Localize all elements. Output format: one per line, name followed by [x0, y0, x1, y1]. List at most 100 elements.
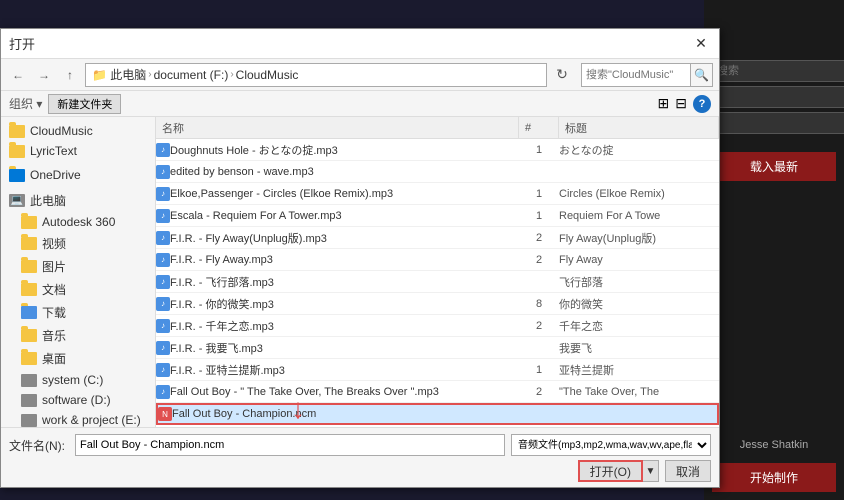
- left-item-downloads[interactable]: 下载: [1, 301, 155, 324]
- dialog-close-button[interactable]: ✕: [691, 34, 711, 54]
- load-latest-button[interactable]: 载入最新: [712, 152, 836, 181]
- left-item-autodesk[interactable]: Autodesk 360: [1, 212, 155, 232]
- file-name: F.I.R. - 飞行部落.mp3: [170, 274, 519, 290]
- nav-up-button[interactable]: ↑: [59, 64, 81, 86]
- new-folder-button[interactable]: 新建文件夹: [48, 94, 121, 114]
- file-row[interactable]: ♪ F.I.R. - 亚特兰提斯.mp3 1 亚特兰提斯: [156, 359, 719, 381]
- file-num: 2: [519, 254, 559, 266]
- filename-label: 文件名(N):: [9, 437, 69, 454]
- file-num: 2: [519, 386, 559, 398]
- sidebar-edit-input[interactable]: [712, 86, 844, 108]
- left-label-mypc: 此电脑: [30, 192, 66, 209]
- file-list: ♪ Doughnuts Hole - おとなの掟.mp3 1 おとなの掟 ♪ e…: [156, 139, 719, 427]
- folder-icon-docs: [21, 283, 37, 296]
- file-panel: 名称 # 标题 ♪ Doughnuts Hole - おとなの掟.mp3 1 お…: [156, 117, 719, 427]
- sidebar-extra-row: 选择: [712, 112, 836, 134]
- open-dropdown-button[interactable]: ▼: [643, 460, 659, 482]
- left-item-docs[interactable]: 文档: [1, 278, 155, 301]
- dialog-titlebar: 打开 ✕: [1, 29, 719, 59]
- file-row[interactable]: ♪ F.I.R. - Fly Away.mp3 2 Fly Away: [156, 249, 719, 271]
- cancel-button[interactable]: 取消: [665, 460, 711, 482]
- nav-back-button[interactable]: ←: [7, 64, 29, 86]
- left-label-cloudmusic: CloudMusic: [30, 124, 93, 138]
- left-item-pictures[interactable]: 图片: [1, 255, 155, 278]
- col-header-name[interactable]: 名称: [156, 117, 519, 138]
- path-bar: 📁 此电脑 › document (F:) › CloudMusic: [85, 63, 547, 87]
- refresh-button[interactable]: ↻: [551, 64, 573, 86]
- file-num: 8: [519, 298, 559, 310]
- file-title: 千年之恋: [559, 318, 719, 334]
- path-part-2: document (F:): [154, 68, 229, 82]
- folder-icon-cloudmusic: [9, 125, 25, 138]
- file-row[interactable]: ♪ F.I.R. - 飞行部落.mp3 飞行部落: [156, 271, 719, 293]
- mp3-icon: ♪: [156, 297, 170, 311]
- filename-input[interactable]: [75, 434, 505, 456]
- search-button[interactable]: 🔍: [691, 63, 713, 87]
- file-name: F.I.R. - Fly Away.mp3: [170, 254, 519, 266]
- dialog-toolbar: ← → ↑ 📁 此电脑 › document (F:) › CloudMusic…: [1, 59, 719, 91]
- nav-forward-button[interactable]: →: [33, 64, 55, 86]
- left-label-docs: 文档: [42, 281, 66, 298]
- sidebar-search-input[interactable]: [712, 60, 844, 82]
- view-toggle-button[interactable]: ⊞: [658, 95, 670, 112]
- file-name: Escala - Requiem For A Tower.mp3: [170, 210, 519, 222]
- sidebar-extra-input[interactable]: [712, 112, 844, 134]
- right-sidebar: 🎵 BesLyric 一款专门制作网易云滚动歌词的软件 ─ □ ✕ 选择 编辑 …: [704, 0, 844, 500]
- left-label-e: work & project (E:): [42, 413, 141, 427]
- left-item-onedrive[interactable]: OneDrive: [1, 165, 155, 185]
- sidebar-search-row: 选择: [712, 60, 836, 82]
- file-row[interactable]: ♪ Doughnuts Hole - おとなの掟.mp3 1 おとなの掟: [156, 139, 719, 161]
- folder-icon-desktop: [21, 352, 37, 365]
- file-row[interactable]: ♪ F.I.R. - 千年之恋.mp3 2 千年之恋: [156, 315, 719, 337]
- left-item-mypc[interactable]: 💻 此电脑: [1, 189, 155, 212]
- dialog-body: CloudMusic LyricText OneDrive 💻 此电脑 Auto…: [1, 117, 719, 427]
- file-num: 1: [519, 210, 559, 222]
- left-label-onedrive: OneDrive: [30, 168, 81, 182]
- col-header-num[interactable]: #: [519, 117, 559, 138]
- folder-icon-pictures: [21, 260, 37, 273]
- help-button[interactable]: ?: [693, 95, 711, 113]
- file-num: 2: [519, 320, 559, 332]
- left-item-lyrictext[interactable]: LyricText: [1, 141, 155, 161]
- file-row-selected[interactable]: N Fall Out Boy - Champion.ncm: [156, 403, 719, 425]
- left-item-d[interactable]: software (D:): [1, 390, 155, 410]
- file-name: F.I.R. - Fly Away(Unplug版).mp3: [170, 230, 519, 246]
- left-item-c[interactable]: system (C:): [1, 370, 155, 390]
- left-item-desktop[interactable]: 桌面: [1, 347, 155, 370]
- folder-icon-autodesk: [21, 216, 37, 229]
- drive-icon-e: [21, 414, 37, 427]
- filetype-select[interactable]: 音频文件(mp3,mp2,wma,wav,wv,ape,flac,网易云音乐.n…: [511, 434, 711, 456]
- pc-icon: 💻: [9, 194, 25, 207]
- file-row[interactable]: ♪ F.I.R. - Fly Away(Unplug版).mp3 2 Fly A…: [156, 227, 719, 249]
- open-button[interactable]: 打开(O): [578, 460, 643, 482]
- organize-label: 组织 ▾: [9, 95, 42, 112]
- file-title: おとなの掟: [559, 142, 719, 158]
- file-row[interactable]: ♪ Fall Out Boy - " The Take Over, The Br…: [156, 381, 719, 403]
- folder-icon-video: [21, 237, 37, 250]
- drive-icon-c: [21, 374, 37, 387]
- path-pc: 📁 此电脑 › document (F:) › CloudMusic: [92, 66, 298, 83]
- folder-icon-music: [21, 329, 37, 342]
- file-num: 1: [519, 364, 559, 376]
- folder-icon-lyrictext: [9, 145, 25, 158]
- mp3-icon: ♪: [156, 341, 170, 355]
- file-row[interactable]: ♪ Elkoe,Passenger - Circles (Elkoe Remix…: [156, 183, 719, 205]
- search-input[interactable]: [581, 63, 691, 87]
- left-item-music[interactable]: 音乐: [1, 324, 155, 347]
- file-row[interactable]: ♪ Escala - Requiem For A Tower.mp3 1 Req…: [156, 205, 719, 227]
- left-label-autodesk: Autodesk 360: [42, 215, 115, 229]
- sidebar-artist: Jesse Shatkin: [704, 435, 844, 455]
- left-item-e[interactable]: work & project (E:): [1, 410, 155, 427]
- left-label-desktop: 桌面: [42, 350, 66, 367]
- mp3-icon: ♪: [156, 253, 170, 267]
- col-header-title[interactable]: 标题: [559, 117, 719, 138]
- file-row[interactable]: ♪ edited by benson - wave.mp3: [156, 161, 719, 183]
- folder-icon-downloads: [21, 306, 37, 319]
- view-details-button[interactable]: ⊟: [675, 95, 687, 112]
- file-row[interactable]: ♪ F.I.R. - 你的微笑.mp3 8 你的微笑: [156, 293, 719, 315]
- file-row[interactable]: ♪ F.I.R. - 我要飞.mp3 我要飞: [156, 337, 719, 359]
- start-make-button[interactable]: 开始制作: [712, 463, 836, 492]
- left-label-music: 音乐: [42, 327, 66, 344]
- left-item-cloudmusic[interactable]: CloudMusic: [1, 121, 155, 141]
- left-item-video[interactable]: 视频: [1, 232, 155, 255]
